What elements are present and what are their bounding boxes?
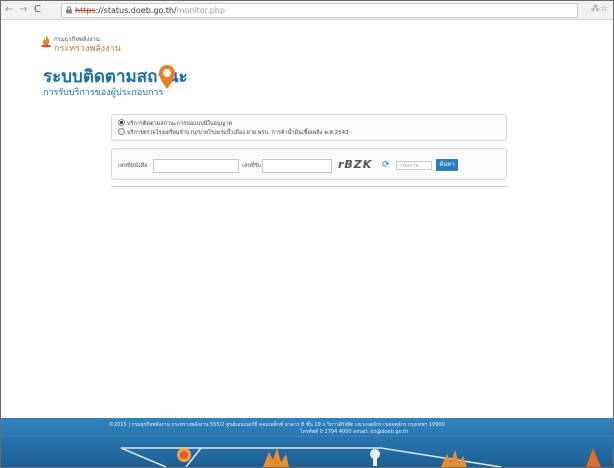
radio-unselected[interactable]: [118, 128, 125, 135]
lock-icon: [66, 6, 72, 14]
doc-number-input[interactable]: [153, 159, 239, 173]
translate-and-bookmark-icons[interactable]: ⁂☆: [591, 4, 608, 14]
location-pin-icon: [159, 65, 175, 89]
page-subtitle: การรับบริการของผู้ประกอบการ: [43, 88, 164, 98]
receipt-number-label: เลขที่รับ: [242, 163, 262, 169]
radio-selected[interactable]: [118, 119, 125, 126]
service-option-label: บริการติดตามสถานะการขอแบบมีใบอนุญาต: [127, 121, 232, 127]
browser-toolbar: ← → C https://status.doeb.go.th/monitor.…: [1, 1, 613, 20]
captcha-input[interactable]: รหัสภาพ: [396, 161, 432, 170]
url-scheme: https: [75, 6, 96, 15]
back-icon[interactable]: ←: [5, 4, 13, 16]
lamp-icon: [370, 449, 380, 459]
browser-window: ← → C https://status.doeb.go.th/monitor.…: [0, 0, 614, 468]
service-type-panel: บริการติดตามสถานะการขอแบบมีใบอนุญาต บริก…: [111, 114, 507, 141]
receipt-number-input[interactable]: [262, 159, 332, 173]
service-option-inspection[interactable]: บริการตรวจโรงเตรียมจำบวน/ขายโรงแรมป้ำเมื…: [118, 128, 349, 137]
doc-number-label: เลขที่หนังสือ: [118, 163, 148, 169]
service-option-label: บริการตรวจโรงเตรียมจำบวน/ขายโรงแรมป้ำเมื…: [127, 130, 349, 136]
ministry-name: กระทรวงพลังงาน: [54, 44, 121, 54]
url-host: ://status.doeb.go.th/: [95, 6, 177, 15]
footer-contact: โทรศัพท์ 0 2794 4000 email: ict@doeb.go.…: [299, 429, 409, 435]
url-path: monitor.php: [176, 6, 225, 15]
site-header: กรมธุรกิจพลังงาน กระทรวงพลังงาน ระบบติดต…: [1, 20, 613, 104]
service-option-license[interactable]: บริการติดตามสถานะการขอแบบมีใบอนุญาต: [118, 119, 232, 128]
captcha-image: rBZK: [338, 158, 373, 171]
forward-icon[interactable]: →: [19, 4, 27, 16]
address-bar[interactable]: https://status.doeb.go.th/monitor.php: [61, 3, 578, 18]
footer-address: ©2015 | กรมธุรกิจพลังงาน กระทรวงพลังงาน …: [109, 422, 445, 428]
divider: [111, 186, 507, 187]
ministry-logo-icon: [41, 35, 51, 48]
search-button[interactable]: ค้นหา: [436, 159, 458, 171]
footer-text: ©2015 | กรมธุรกิจพลังงาน กระทรวงพลังงาน …: [109, 422, 529, 436]
reload-icon[interactable]: C: [34, 4, 41, 16]
refresh-captcha-icon[interactable]: ⟳: [382, 161, 390, 170]
site-footer: ©2015 | กรมธุรกิจพลังงาน กระทรวงพลังงาน …: [1, 418, 613, 467]
search-panel: เลขที่หนังสือ เลขที่รับ rBZK ⟳ รหัสภาพ ค…: [111, 148, 507, 180]
flame-icon: [586, 448, 601, 467]
flame-icon: [263, 448, 289, 467]
